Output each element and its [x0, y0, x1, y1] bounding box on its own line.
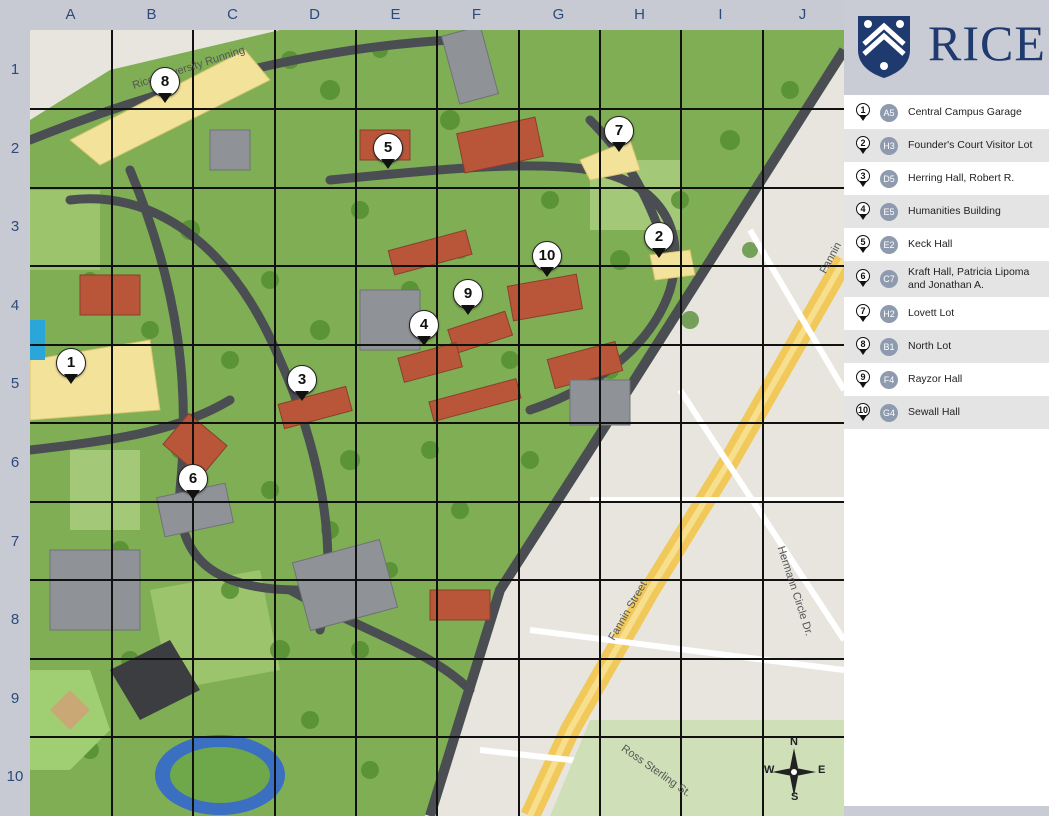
compass-east: E [818, 764, 826, 776]
map-marker-8[interactable]: 8 [150, 67, 180, 105]
legend-name: Sewall Hall [908, 406, 960, 418]
legend-name: Rayzor Hall [908, 373, 963, 385]
legend-name: Keck Hall [908, 238, 953, 250]
marker-icon: 3 [856, 168, 870, 189]
sidebar-footer-bar [844, 806, 1049, 816]
grid-column-label: E [390, 6, 401, 23]
legend-name: Lovett Lot [908, 307, 955, 319]
grid-row-label: 4 [10, 297, 20, 314]
compass-south: S [791, 791, 799, 803]
grid-row-label: 2 [10, 140, 20, 157]
rice-logo: RICE [844, 0, 1049, 95]
legend-item[interactable]: 9 F4 Rayzor Hall [844, 363, 1049, 396]
grid-column-label: H [634, 6, 645, 23]
legend-name: Central Campus Garage [908, 106, 1022, 118]
grid-row-label: 9 [10, 690, 20, 707]
map-marker-7[interactable]: 7 [604, 116, 634, 154]
legend-name: Humanities Building [908, 205, 1001, 217]
grid-ref-badge: H3 [880, 136, 898, 155]
legend-item[interactable]: 10 G4 Sewall Hall [844, 396, 1049, 429]
map-marker-2[interactable]: 2 [644, 222, 674, 260]
marker-icon: 5 [856, 234, 870, 255]
rice-wordmark: RICE [928, 15, 1046, 71]
legend-item[interactable]: 4 E5 Humanities Building [844, 195, 1049, 228]
grid-column-label: D [309, 6, 320, 23]
grid-ref-badge: F4 [880, 370, 898, 389]
marker-icon: 2 [856, 135, 870, 156]
grid-line [192, 30, 194, 816]
legend-item[interactable]: 1 A5 Central Campus Garage [844, 96, 1049, 129]
map-marker-6[interactable]: 6 [178, 464, 208, 502]
legend-name: Kraft Hall, Patricia Lipoma and Jonathan… [908, 266, 1030, 291]
grid-column-label: J [798, 6, 807, 23]
compass-north: N [790, 736, 798, 748]
legend-item[interactable]: 7 H2 Lovett Lot [844, 297, 1049, 330]
grid-row-label: 6 [10, 454, 20, 471]
grid-line [111, 30, 113, 816]
grid-line [274, 30, 276, 816]
marker-icon: 7 [856, 303, 870, 324]
grid-line [436, 30, 438, 816]
legend-name: Founder's Court Visitor Lot [908, 139, 1033, 151]
map-marker-1[interactable]: 1 [56, 348, 86, 386]
grid-column-label: I [718, 6, 723, 23]
marker-icon: 4 [856, 201, 870, 222]
grid-row-label: 7 [10, 533, 20, 550]
grid-row-label: 8 [10, 611, 20, 628]
grid-line [355, 30, 357, 816]
legend-item[interactable]: 8 B1 North Lot [844, 330, 1049, 363]
compass-west: W [764, 764, 775, 776]
marker-icon: 9 [856, 369, 870, 390]
legend-item[interactable]: 2 H3 Founder's Court Visitor Lot [844, 129, 1049, 162]
grid-column-label: A [65, 6, 76, 23]
grid-column-label: C [227, 6, 238, 23]
legend-item[interactable]: 6 C7 Kraft Hall, Patricia Lipoma and Jon… [844, 261, 1049, 297]
grid-line [762, 30, 764, 816]
compass-rose: N E S W [764, 736, 826, 804]
map-marker-5[interactable]: 5 [373, 133, 403, 171]
grid-ref-badge: C7 [880, 270, 898, 288]
grid-row-label: 10 [6, 768, 24, 785]
grid-column-label: B [146, 6, 157, 23]
map-marker-9[interactable]: 9 [453, 279, 483, 317]
legend-name: North Lot [908, 340, 952, 352]
grid-row-label: 5 [10, 375, 20, 392]
grid-ref-badge: E2 [880, 235, 898, 254]
grid-ref-badge: A5 [880, 103, 898, 122]
marker-icon: 1 [856, 102, 870, 123]
map-frame: A B C D E F G H I J 1 2 3 4 5 6 7 8 9 10 [0, 0, 844, 816]
campus-map[interactable]: Rice University Running Fannin Street He… [30, 30, 844, 816]
grid-ref-badge: E5 [880, 202, 898, 221]
legend-name: Herring Hall, Robert R. [908, 172, 1015, 184]
map-marker-4[interactable]: 4 [409, 310, 439, 348]
marker-icon: 10 [856, 402, 870, 423]
grid-column-label: F [471, 6, 482, 23]
grid-line [599, 30, 601, 816]
grid-line [518, 30, 520, 816]
legend-sidebar: RICE 1 A5 Central Campus Garage 2 H3 Fou… [844, 0, 1049, 816]
grid-row-label: 3 [10, 218, 20, 235]
rice-shield-icon [858, 16, 910, 78]
map-marker-10[interactable]: 10 [532, 241, 562, 279]
grid-ref-badge: D5 [880, 169, 898, 188]
grid-ref-badge: H2 [880, 304, 898, 323]
map-marker-3[interactable]: 3 [287, 365, 317, 403]
grid-row-label: 1 [10, 61, 20, 78]
grid-column-label: G [552, 6, 565, 23]
grid-ref-badge: B1 [880, 337, 898, 356]
legend-item[interactable]: 3 D5 Herring Hall, Robert R. [844, 162, 1049, 195]
marker-icon: 8 [856, 336, 870, 357]
grid-line [680, 30, 682, 816]
grid-ref-badge: G4 [880, 403, 898, 422]
legend-item[interactable]: 5 E2 Keck Hall [844, 228, 1049, 261]
marker-icon: 6 [856, 269, 870, 289]
